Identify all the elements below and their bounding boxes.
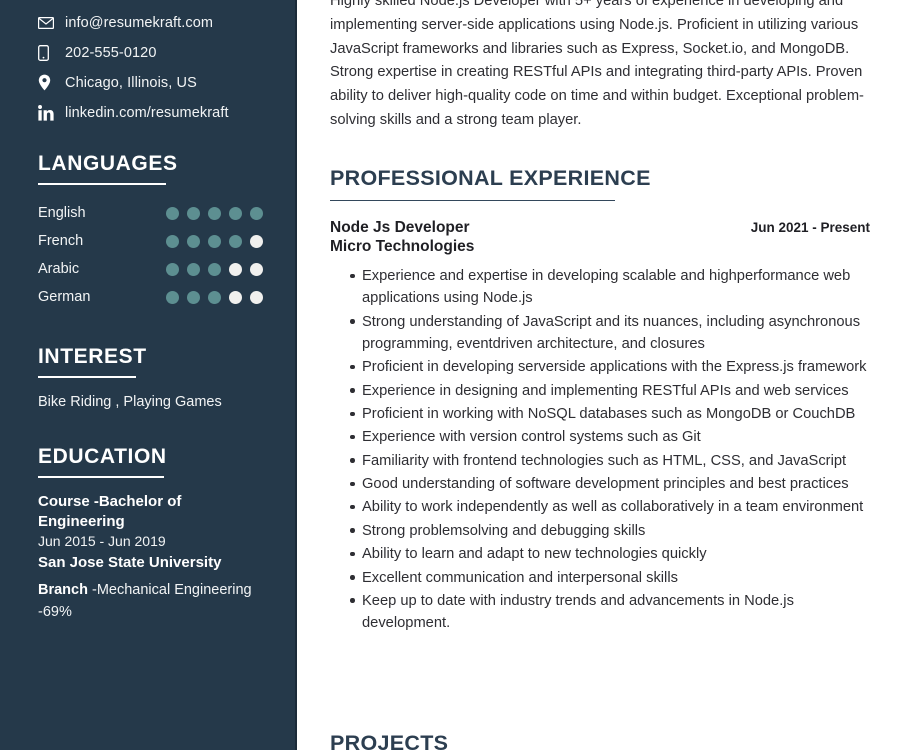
education-course: Course -Bachelor of Engineering — [38, 493, 182, 530]
education-branch: Branch -Mechanical Engineering -69% — [38, 579, 278, 624]
rating-dot — [187, 206, 200, 220]
experience-section: PROFESSIONAL EXPERIENCE Node Js Develope… — [330, 165, 870, 635]
languages-list: English French Arabic German — [38, 199, 295, 311]
education-school: San Jose State University — [38, 554, 222, 572]
interest-text: Bike Riding , Playing Games — [38, 394, 222, 411]
rating-dot — [166, 206, 179, 220]
languages-rule — [38, 183, 166, 186]
rating-dot — [229, 234, 242, 248]
rating-dot — [166, 262, 179, 276]
job-bullet: Strong problemsolving and debugging skil… — [350, 520, 870, 542]
rating-dot — [229, 290, 242, 304]
rating-dot — [250, 262, 263, 276]
rating-dot — [250, 234, 263, 248]
job-bullet: Ability to learn and adapt to new techno… — [350, 543, 870, 565]
job-date: Jun 2021 - Present — [750, 220, 870, 236]
education-heading: EDUCATION — [38, 445, 167, 469]
contact-item-email: info@resumekraft.com — [38, 8, 295, 37]
rating-dot — [229, 262, 242, 276]
contact-location-text: Chicago, Illinois, US — [65, 74, 197, 91]
job-company: Micro Technologies — [330, 238, 475, 256]
languages-heading: LANGUAGES — [38, 152, 178, 175]
job-bullet: Familiarity with frontend technologies s… — [350, 450, 870, 472]
rating-dot — [166, 290, 179, 304]
language-row: Arabic — [38, 255, 295, 283]
rating-dot — [208, 234, 221, 248]
job-bullet: Keep up to date with industry trends and… — [350, 590, 870, 635]
job-bullet: Experience with version control systems … — [350, 426, 870, 448]
job-bullet: Good understanding of software developme… — [350, 473, 870, 495]
job-bullet: Experience in designing and implementing… — [350, 380, 870, 402]
education-dates: Jun 2015 - Jun 2019 — [38, 533, 166, 550]
job-bullet: Strong understanding of JavaScript and i… — [350, 311, 870, 356]
education-section: EDUCATION Course -Bachelor of Engineerin… — [38, 446, 295, 623]
language-rating-dots — [166, 234, 263, 248]
language-name: English — [38, 205, 86, 222]
interest-rule — [38, 376, 136, 379]
main-content: Highly skilled Node.js Developer with 5+… — [297, 0, 902, 750]
professional-summary: Highly skilled Node.js Developer with 5+… — [330, 0, 864, 129]
language-row: German — [38, 283, 295, 311]
interest-heading: INTEREST — [38, 345, 147, 369]
sidebar: info@resumekraft.com 202-555-0120 Chicag… — [0, 0, 297, 750]
job-header: Node Js Developer Jun 2021 - Present — [330, 219, 870, 237]
language-row: English — [38, 199, 295, 227]
contact-email-text: info@resumekraft.com — [65, 14, 214, 31]
rating-dot — [208, 290, 221, 304]
location-pin-icon — [38, 74, 57, 91]
rating-dot — [250, 206, 263, 220]
rating-dot — [166, 234, 179, 248]
rating-dot — [208, 206, 221, 220]
projects-heading: PROJECTS — [330, 731, 449, 750]
job-title: Node Js Developer — [330, 219, 470, 237]
rating-dot — [187, 262, 200, 276]
rating-dot — [187, 234, 200, 248]
language-row: French — [38, 227, 295, 255]
rating-dot — [229, 206, 242, 220]
contact-item-linkedin: linkedin.com/resumekraft — [38, 98, 295, 127]
language-rating-dots — [166, 290, 263, 304]
languages-section: LANGUAGES English French Arabic German — [38, 152, 295, 311]
rating-dot — [250, 290, 263, 304]
language-name: French — [38, 233, 84, 250]
rating-dot — [187, 290, 200, 304]
language-name: Arabic — [38, 261, 80, 278]
language-rating-dots — [166, 206, 263, 220]
job-bullets: Experience and expertise in developing s… — [330, 265, 870, 635]
experience-heading: PROFESSIONAL EXPERIENCE — [330, 165, 651, 190]
contact-linkedin-text: linkedin.com/resumekraft — [65, 104, 229, 121]
experience-rule — [330, 199, 615, 202]
language-name: German — [38, 289, 91, 306]
job-bullet: Experience and expertise in developing s… — [350, 265, 870, 310]
education-rule — [38, 476, 164, 479]
contact-item-location: Chicago, Illinois, US — [38, 68, 295, 97]
interest-section: INTEREST Bike Riding , Playing Games — [38, 345, 295, 413]
resume-page: info@resumekraft.com 202-555-0120 Chicag… — [0, 0, 902, 750]
job-bullet: Ability to work independently as well as… — [350, 496, 870, 518]
language-rating-dots — [166, 262, 263, 276]
contact-item-phone: 202-555-0120 — [38, 38, 295, 67]
linkedin-icon — [38, 104, 57, 121]
rating-dot — [208, 262, 221, 276]
envelope-icon — [38, 16, 57, 29]
contact-phone-text: 202-555-0120 — [65, 44, 157, 61]
job-bullet: Proficient in working with NoSQL databas… — [350, 403, 870, 425]
job-bullet: Proficient in developing serverside appl… — [350, 356, 870, 378]
education-branch-label: Branch — [38, 581, 88, 598]
contact-list: info@resumekraft.com 202-555-0120 Chicag… — [38, 0, 295, 127]
phone-icon — [38, 44, 57, 61]
job-bullet: Excellent communication and interpersona… — [350, 567, 870, 589]
